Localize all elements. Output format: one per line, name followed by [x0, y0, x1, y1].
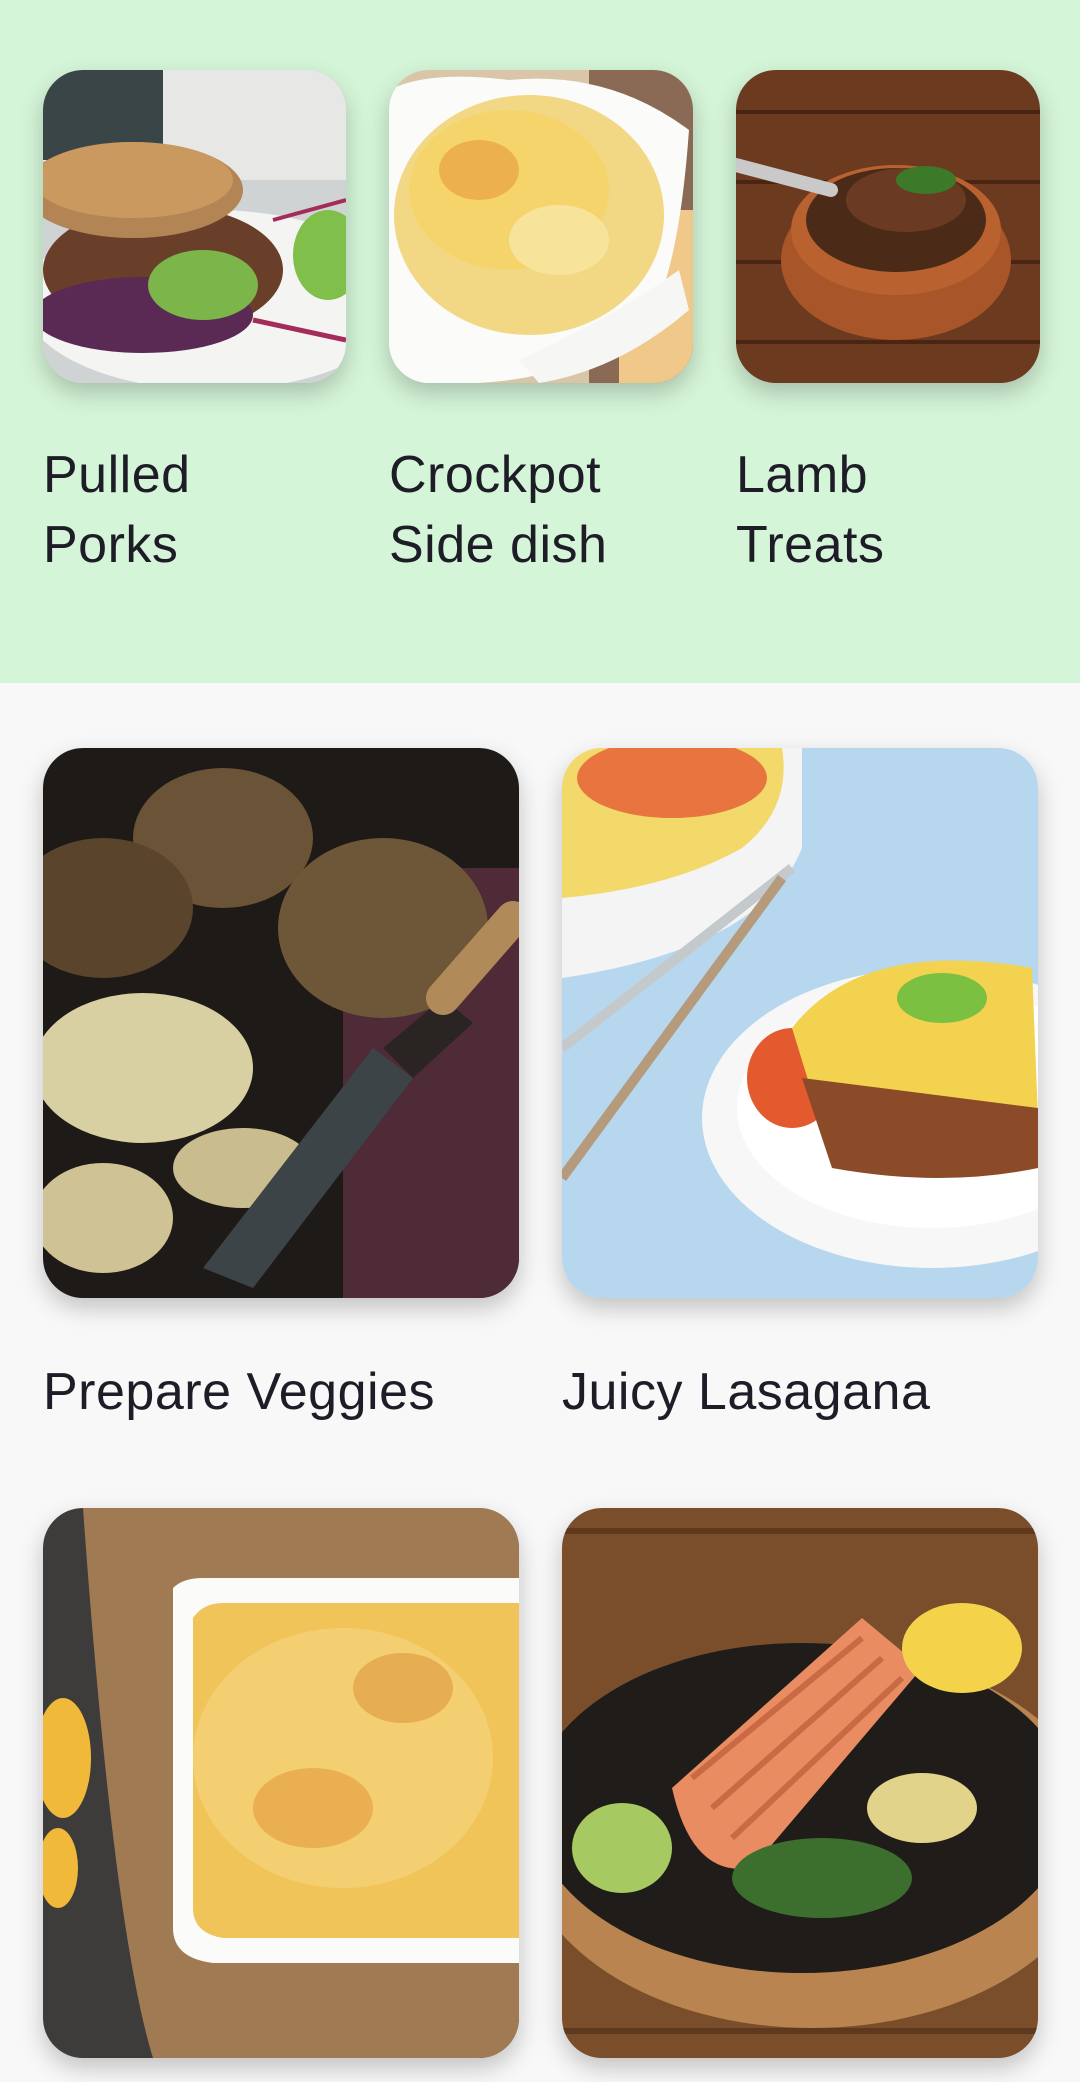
shepherds-pie-image[interactable] [562, 748, 1038, 1298]
recipe-title-lamb-treats: Lamb Treats [736, 440, 1040, 580]
creamed-corn-image[interactable] [389, 70, 693, 383]
mac-and-cheese-image[interactable] [43, 1508, 519, 2058]
recipe-title-line: Treats [736, 516, 885, 574]
recipe-title-pulled-porks: Pulled Porks [43, 440, 346, 580]
recipe-card-lamb-treats[interactable]: Lamb Treats [736, 70, 1040, 590]
recipe-card-pulled-porks[interactable]: Pulled Porks [43, 70, 346, 590]
recipe-card-crockpot-side-dish[interactable]: Crockpot Side dish [389, 70, 693, 590]
top-recipes-section: Pulled Porks Crockpot Side dish Lamb Tre… [0, 0, 1080, 683]
recipe-card-prepare-veggies[interactable]: Prepare Veggies [43, 748, 519, 1438]
potatoes-peeler-image[interactable] [43, 748, 519, 1298]
grilled-salmon-image[interactable] [562, 1508, 1038, 2058]
pulled-pork-sandwich-image[interactable] [43, 70, 346, 383]
recipe-title-prepare-veggies: Prepare Veggies [43, 1363, 435, 1421]
recipe-title-line: Crockpot [389, 446, 602, 504]
recipe-title-line: Porks [43, 516, 179, 574]
recipe-title-line: Lamb [736, 446, 869, 504]
recipe-card-grilled-salmon[interactable] [562, 1508, 1038, 2082]
lamb-shank-stew-image[interactable] [736, 70, 1040, 383]
recipe-title-juicy-lasagana: Juicy Lasagana [562, 1363, 931, 1421]
recipe-card-juicy-lasagana[interactable]: Juicy Lasagana [562, 748, 1038, 1438]
recipe-title-line: Side dish [389, 516, 608, 574]
recipe-card-mac-and-cheese[interactable] [43, 1508, 519, 2082]
recipe-title-crockpot-side-dish: Crockpot Side dish [389, 440, 693, 580]
recipe-grid-section: Prepare Veggies Juicy Lasagana [0, 683, 1080, 2082]
recipe-title-line: Pulled [43, 446, 191, 504]
